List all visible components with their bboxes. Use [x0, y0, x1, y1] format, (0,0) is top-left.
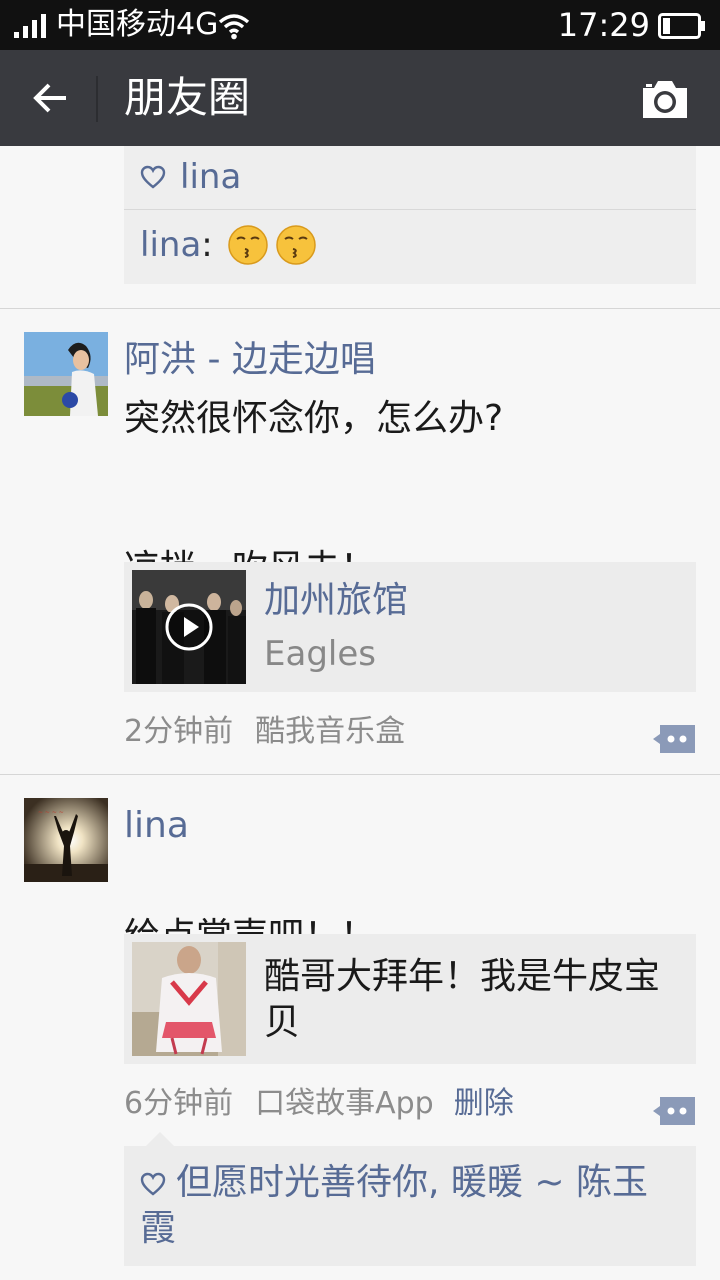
- post-source[interactable]: 口袋故事App: [255, 1084, 434, 1124]
- likes-row: 但愿时光善待你, 暖暖 ~ 陈玉霞: [140, 1160, 680, 1252]
- status-bar: 中国移动4G 17:29: [0, 0, 720, 50]
- post-author-name[interactable]: 阿洪 - 边走边唱: [124, 338, 376, 382]
- back-button[interactable]: [26, 72, 74, 124]
- kiss-emoji: [276, 225, 316, 265]
- song-artist: Eagles: [264, 634, 376, 674]
- story-thumbnail: [132, 942, 246, 1056]
- page-title: 朋友圈: [124, 73, 251, 122]
- avatar[interactable]: [24, 332, 108, 416]
- comment-row[interactable]: lina:: [140, 220, 317, 270]
- heart-icon: [140, 1172, 166, 1196]
- likes-box-arrow: [146, 1132, 174, 1146]
- divider: [124, 209, 696, 210]
- svg-text:~ ~ ~ ~: ~ ~ ~ ~: [38, 809, 64, 816]
- clock: 17:29: [557, 6, 650, 44]
- music-share-card[interactable]: 加州旅馆 Eagles: [124, 562, 696, 692]
- back-arrow-icon: [33, 83, 66, 113]
- album-thumbnail: [132, 570, 246, 684]
- camera-icon: [643, 81, 687, 118]
- camera-button[interactable]: [640, 76, 690, 122]
- post-divider: [0, 774, 720, 775]
- avatar-image: [24, 332, 108, 416]
- like-user-link[interactable]: lina: [180, 157, 241, 197]
- battery-icon: [658, 13, 705, 39]
- like-users-link[interactable]: 但愿时光善待你, 暖暖 ~ 陈玉霞: [140, 1162, 648, 1249]
- likes-box: 但愿时光善待你, 暖暖 ~ 陈玉霞: [124, 1132, 696, 1266]
- post-meta: 2分钟前 酷我音乐盒: [124, 712, 405, 752]
- kiss-emoji: [228, 225, 268, 265]
- post-source[interactable]: 酷我音乐盒: [255, 712, 405, 752]
- post-time: 6分钟前: [124, 1086, 234, 1121]
- title-divider: [96, 76, 98, 122]
- post-divider: [0, 308, 720, 309]
- post-meta: 6分钟前 口袋故事App 删除: [124, 1084, 514, 1124]
- post-author-name[interactable]: lina: [124, 804, 189, 848]
- previous-post-interactions: lina lina:: [124, 146, 696, 284]
- comment-author-link[interactable]: lina: [140, 225, 201, 265]
- song-title: 加州旅馆: [264, 580, 409, 621]
- story-title: 酷哥大拜年！我是牛皮宝贝: [264, 956, 661, 1043]
- delete-link[interactable]: 删除: [454, 1084, 514, 1124]
- comment-icon[interactable]: [652, 724, 696, 754]
- title-bar: 朋友圈: [0, 50, 720, 146]
- post-time: 2分钟前: [124, 714, 234, 749]
- avatar-image: ~ ~ ~ ~: [24, 798, 108, 882]
- comment-separator: :: [201, 225, 213, 265]
- comment-icon[interactable]: [652, 1096, 696, 1126]
- avatar[interactable]: ~ ~ ~ ~: [24, 798, 108, 882]
- story-share-card[interactable]: 酷哥大拜年！我是牛皮宝贝: [124, 934, 696, 1064]
- post-text-line: 突然很怀念你，怎么办?: [124, 398, 504, 439]
- heart-icon: [140, 165, 166, 189]
- likes-row: lina: [140, 152, 241, 202]
- moments-feed[interactable]: lina lina: 阿洪 - 边走边唱 突然很怀念你，怎么办? 加州旅馆 Ea…: [0, 146, 720, 1280]
- play-icon[interactable]: [164, 602, 214, 652]
- wifi-icon: [218, 14, 250, 40]
- carrier-label: 中国移动4G: [56, 7, 219, 42]
- signal-icon: [14, 14, 46, 38]
